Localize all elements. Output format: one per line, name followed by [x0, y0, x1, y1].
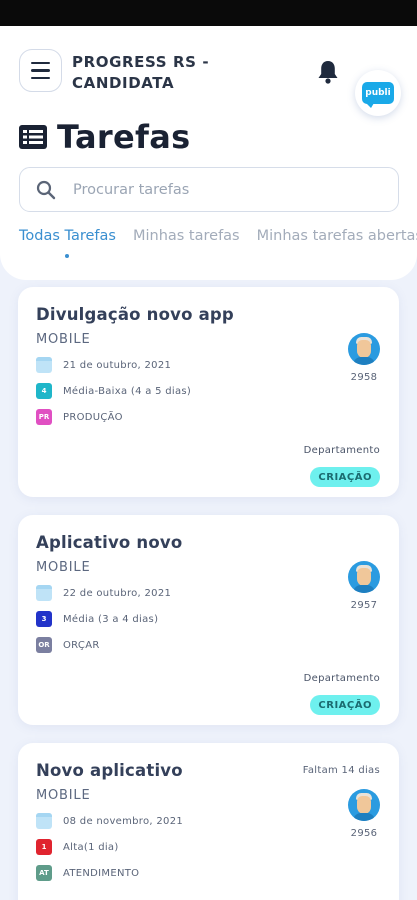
stage-icon: PR — [36, 409, 52, 425]
task-stage-row: OR ORÇAR — [36, 637, 100, 653]
menu-icon-line — [31, 76, 50, 80]
task-priority: Média (3 a 4 dias) — [63, 613, 159, 625]
publi-logo: publi — [362, 82, 394, 108]
department-badge: CRIAÇÃO — [310, 467, 380, 487]
status-bar — [0, 0, 417, 26]
task-priority: Média-Baixa (4 a 5 dias) — [63, 385, 192, 397]
task-category: MOBILE — [36, 560, 91, 575]
priority-icon: 3 — [36, 611, 52, 627]
assignee[interactable]: 2958 — [348, 333, 380, 383]
task-title: Aplicativo novo — [36, 533, 183, 552]
task-category: MOBILE — [36, 332, 91, 347]
task-priority-row: 1 Alta(1 dia) — [36, 839, 119, 855]
assignee-id: 2957 — [350, 600, 378, 611]
task-stage: ORÇAR — [63, 639, 100, 651]
search-bar[interactable] — [19, 167, 399, 212]
task-stage: ATENDIMENTO — [63, 867, 140, 879]
priority-icon: 1 — [36, 839, 52, 855]
calendar-icon — [36, 813, 52, 829]
task-priority-row: 4 Média-Baixa (4 a 5 dias) — [36, 383, 191, 399]
department-label: Departamento — [303, 445, 380, 456]
search-icon — [36, 180, 56, 199]
calendar-icon — [36, 585, 52, 601]
assignee[interactable]: 2957 — [348, 561, 380, 611]
task-stage: PRODUÇÃO — [63, 411, 123, 423]
assignee-id: 2956 — [350, 828, 378, 839]
task-date: 21 de outubro, 2021 — [63, 359, 172, 371]
menu-button[interactable] — [19, 49, 62, 92]
page-heading: Tarefas — [19, 118, 190, 156]
task-category: MOBILE — [36, 788, 91, 803]
department-badge: CRIAÇÃO — [310, 695, 380, 715]
task-date: 22 de outubro, 2021 — [63, 587, 172, 599]
list-icon — [19, 125, 47, 149]
assignee-avatar — [348, 789, 380, 821]
tab-all-tasks[interactable]: Todas Tarefas — [19, 228, 116, 258]
task-priority: Alta(1 dia) — [63, 841, 119, 853]
task-priority-row: 3 Média (3 a 4 dias) — [36, 611, 158, 627]
task-stage-row: AT ATENDIMENTO — [36, 865, 139, 881]
menu-icon-line — [31, 69, 50, 72]
task-deadline: Faltam 14 dias — [302, 765, 380, 776]
tab-bar: Todas Tarefas Minhas tarefas Minhas tarefa… — [19, 228, 417, 258]
task-date-row: 08 de novembro, 2021 — [36, 813, 183, 829]
assignee-avatar — [348, 561, 380, 593]
assignee-avatar — [348, 333, 380, 365]
stage-icon: OR — [36, 637, 52, 653]
task-card[interactable]: Aplicativo novo MOBILE 22 de outubro, 20… — [18, 515, 399, 725]
tab-my-open-tasks[interactable]: Minhas tarefas abertas — [257, 228, 417, 244]
app-title: PROGRESS RS - CANDIDATA — [72, 53, 210, 92]
task-date-row: 22 de outubro, 2021 — [36, 585, 171, 601]
tab-my-tasks[interactable]: Minhas tarefas — [133, 228, 240, 244]
task-stage-row: PR PRODUÇÃO — [36, 409, 123, 425]
department-label: Departamento — [303, 673, 380, 684]
menu-icon — [31, 61, 50, 65]
task-title: Novo aplicativo — [36, 761, 183, 780]
stage-icon: AT — [36, 865, 52, 881]
search-input[interactable] — [73, 181, 373, 198]
header: PROGRESS RS - CANDIDATA publi Tarefas To… — [0, 26, 417, 280]
bell-icon[interactable] — [316, 59, 340, 85]
task-title: Divulgação novo app — [36, 305, 234, 324]
priority-icon: 4 — [36, 383, 52, 399]
profile-avatar[interactable]: publi — [355, 70, 401, 116]
assignee[interactable]: 2956 — [348, 789, 380, 839]
calendar-icon — [36, 357, 52, 373]
assignee-id: 2958 — [350, 372, 378, 383]
task-date: 08 de novembro, 2021 — [63, 815, 184, 827]
task-card[interactable]: Divulgação novo app MOBILE 21 de outubro… — [18, 287, 399, 497]
task-date-row: 21 de outubro, 2021 — [36, 357, 171, 373]
task-card[interactable]: Novo aplicativo Faltam 14 dias MOBILE 08… — [18, 743, 399, 900]
page-title: Tarefas — [57, 118, 191, 156]
